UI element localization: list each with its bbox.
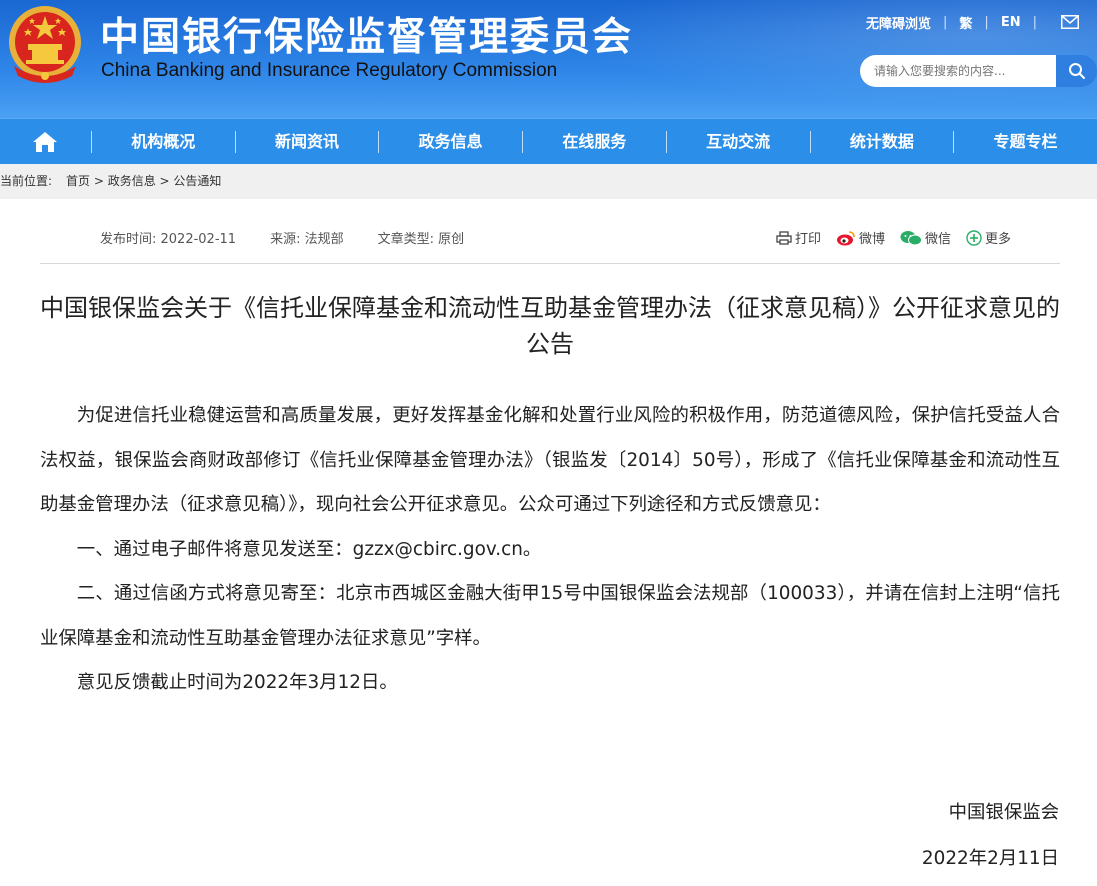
- article-paragraph: 意见反馈截止时间为2022年3月12日。: [76, 672, 398, 693]
- more-share-button[interactable]: 更多: [966, 228, 1011, 247]
- wechat-label: 微信: [925, 232, 952, 247]
- site-header: 中国银行保险监督管理委员会 China Banking and Insuranc…: [0, 0, 1097, 118]
- divider-line: [40, 263, 1060, 264]
- link-separator: |: [1032, 14, 1037, 30]
- more-label: 更多: [985, 232, 1012, 247]
- article-signature-block: 中国银保监会 2022年2月11日: [922, 790, 1059, 882]
- article-date: 2022年2月11日: [921, 848, 1059, 869]
- wechat-icon: [900, 230, 923, 245]
- nav-item-special-topics[interactable]: 专题专栏: [954, 119, 1097, 165]
- breadcrumb-label: 当前位置:: [0, 174, 53, 188]
- article-title: 中国银保监会关于《信托业保障基金和流动性互助基金管理办法（征求意见稿）》公开征求…: [40, 294, 1060, 358]
- site-title-en: China Banking and Insurance Regulatory C…: [101, 60, 558, 81]
- weibo-share-button[interactable]: 微博: [836, 228, 885, 247]
- home-icon: [33, 132, 58, 152]
- print-label: 打印: [795, 232, 822, 247]
- nav-item-statistics[interactable]: 统计数据: [810, 119, 953, 165]
- plus-circle-icon: [966, 229, 982, 246]
- english-link[interactable]: EN: [1001, 15, 1021, 30]
- national-emblem-icon: [9, 6, 81, 83]
- traditional-chinese-link[interactable]: 繁: [959, 13, 972, 32]
- weibo-label: 微博: [859, 232, 886, 247]
- article-signature: 中国银保监会: [948, 802, 1059, 823]
- top-links: 无障碍浏览 | 繁 | EN |: [866, 12, 1079, 32]
- nav-item-interaction[interactable]: 互动交流: [667, 119, 810, 165]
- article-body: 为促进信托业稳健运营和高质量发展，更好发挥基金化解和处置行业风险的积极作用，防范…: [40, 394, 1060, 706]
- main-nav: 机构概况 新闻资讯 政务信息 在线服务 互动交流 统计数据 专题专栏: [0, 118, 1097, 165]
- article-meta: 发布时间: 2022-02-11 来源: 法规部 文章类型: 原创: [100, 228, 498, 247]
- breadcrumb-path[interactable]: 首页 > 政务信息 > 公告通知: [66, 174, 221, 188]
- article-paragraph: 二、通过信函方式将意见寄至：北京市西城区金融大街甲15号中国银保监会法规部（10…: [40, 583, 1060, 649]
- publish-time: 发布时间: 2022-02-11: [100, 232, 237, 247]
- site-title-cn: 中国银行保险监督管理委员会: [100, 15, 634, 60]
- nav-item-government-info[interactable]: 政务信息: [379, 119, 522, 165]
- link-separator: |: [943, 14, 948, 30]
- weibo-icon: [837, 230, 855, 245]
- breadcrumb: 当前位置: 首页 > 政务信息 > 公告通知: [0, 164, 1097, 199]
- printer-icon: [776, 230, 792, 245]
- link-separator: |: [984, 14, 989, 30]
- nav-item-online-service[interactable]: 在线服务: [523, 119, 666, 165]
- article-type: 文章类型: 原创: [377, 232, 465, 247]
- share-tools: 打印 微博 微信 更多: [776, 228, 1026, 247]
- print-button[interactable]: 打印: [776, 228, 821, 247]
- accessibility-link[interactable]: 无障碍浏览: [866, 13, 931, 32]
- search-button[interactable]: [1056, 55, 1097, 87]
- mail-icon[interactable]: [1060, 15, 1079, 29]
- article-paragraph: 为促进信托业稳健运营和高质量发展，更好发挥基金化解和处置行业风险的积极作用，防范…: [40, 405, 1060, 515]
- nav-home[interactable]: [0, 119, 91, 165]
- search-input[interactable]: [860, 55, 1056, 87]
- article-paragraph: 一、通过电子邮件将意见发送至：gzzx@cbirc.gov.cn。: [76, 538, 542, 560]
- article-source: 来源: 法规部: [270, 232, 344, 247]
- nav-item-about[interactable]: 机构概况: [92, 119, 235, 165]
- wechat-share-button[interactable]: 微信: [900, 228, 951, 247]
- search-icon: [1068, 63, 1085, 79]
- nav-item-news[interactable]: 新闻资讯: [236, 119, 379, 165]
